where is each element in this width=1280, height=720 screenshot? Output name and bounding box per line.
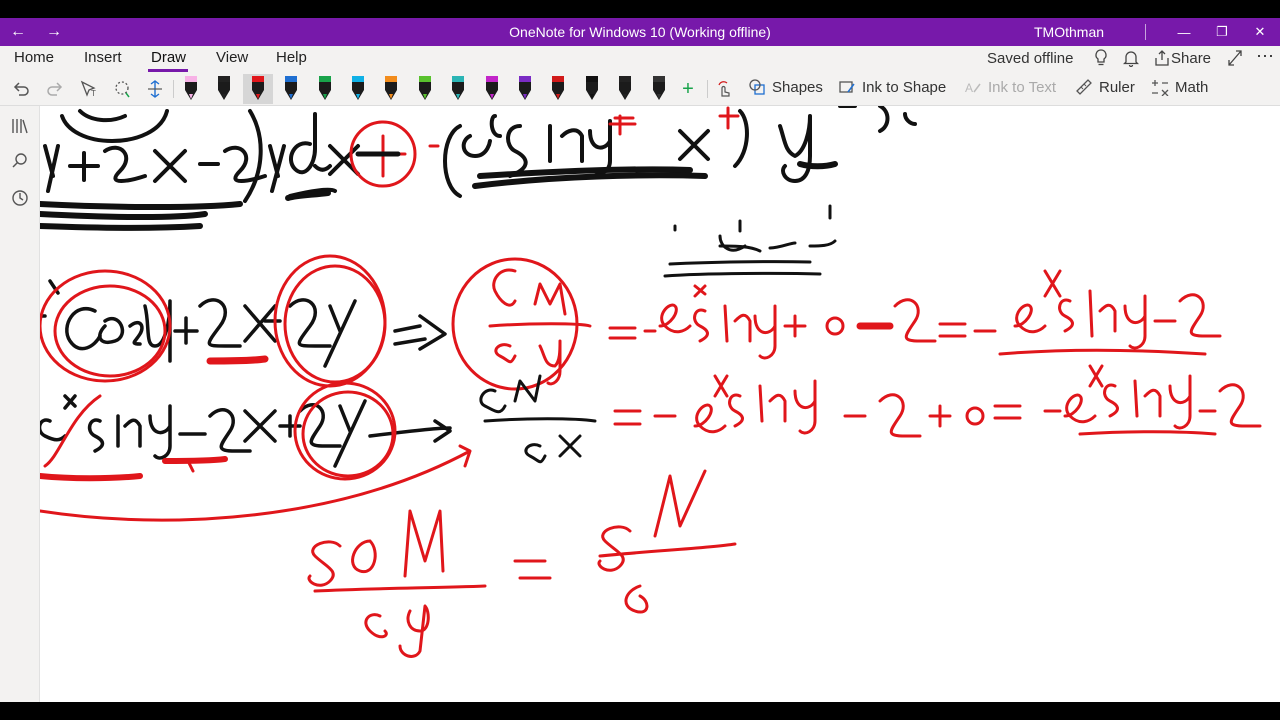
forward-arrow-icon[interactable]: → — [36, 18, 72, 46]
toolbar-separator — [173, 80, 174, 98]
ribbon-tabs: Home Insert Draw View Help Saved offline… — [0, 46, 1280, 72]
ink-drawing — [40, 106, 1262, 658]
ink-to-shape-label: Ink to Shape — [862, 78, 947, 96]
pen-swatch[interactable] — [547, 74, 569, 104]
pen-swatch[interactable] — [347, 74, 369, 104]
pen-swatch[interactable] — [242, 74, 273, 104]
recent-notes-icon[interactable] — [10, 188, 30, 208]
restore-button[interactable]: ❐ — [1203, 18, 1241, 46]
ruler-icon — [1076, 79, 1092, 95]
back-arrow-icon[interactable]: ← — [0, 18, 36, 46]
shapes-icon — [749, 79, 765, 95]
minimize-button[interactable]: — — [1165, 18, 1203, 46]
math-button[interactable]: Math — [1151, 78, 1208, 96]
pen-swatch[interactable] — [180, 74, 202, 104]
undo-icon[interactable] — [10, 76, 32, 102]
ink-to-shape-button[interactable]: Ink to Shape — [838, 78, 946, 96]
bell-icon[interactable] — [1122, 49, 1140, 71]
more-options-icon[interactable]: ⋯ — [1256, 46, 1274, 67]
title-separator — [1145, 24, 1146, 40]
pen-swatch[interactable] — [414, 74, 436, 104]
ink-annotation — [663, 204, 837, 278]
pen-swatch[interactable] — [514, 74, 536, 104]
pen-swatch[interactable] — [213, 74, 235, 104]
pen-swatch[interactable] — [447, 74, 469, 104]
shapes-label: Shapes — [772, 78, 823, 96]
share-icon[interactable] — [1154, 49, 1170, 71]
user-name[interactable]: TMOthman — [1034, 24, 1104, 40]
notebooks-icon[interactable] — [10, 116, 30, 136]
add-space-icon[interactable] — [144, 76, 166, 102]
tab-help[interactable]: Help — [274, 49, 309, 66]
math-icon — [1152, 80, 1169, 96]
ink-to-text-button[interactable]: A Ink to Text — [964, 78, 1056, 96]
lightbulb-icon[interactable] — [1093, 49, 1109, 71]
ink-red-row3 — [40, 381, 472, 522]
lasso-select-icon[interactable] — [111, 76, 133, 102]
tab-draw[interactable]: Draw — [149, 49, 188, 66]
tab-view[interactable]: View — [214, 49, 250, 66]
pen-swatch[interactable] — [481, 74, 503, 104]
svg-text:A: A — [965, 81, 973, 95]
save-status: Saved offline — [987, 50, 1074, 67]
redo-icon[interactable] — [44, 76, 66, 102]
pen-swatch[interactable] — [380, 74, 402, 104]
left-navigation — [0, 106, 40, 702]
svg-text:T: T — [91, 89, 96, 98]
ink-red-row3-rhs — [613, 364, 1262, 438]
share-button[interactable]: Share — [1171, 50, 1211, 67]
close-button[interactable]: ✕ — [1241, 18, 1279, 46]
pen-swatch[interactable] — [280, 74, 302, 104]
pen-swatch[interactable] — [314, 74, 336, 104]
draw-toolbar: T + Shapes Ink to Shape A Ink to Text Ru… — [0, 72, 1280, 106]
ink-underlines — [40, 161, 838, 231]
pen-swatch[interactable] — [614, 74, 636, 104]
ink-to-text-icon: A — [965, 81, 981, 95]
page-canvas[interactable] — [40, 106, 1280, 702]
ink-to-text-label: Ink to Text — [988, 78, 1057, 96]
pen-swatch[interactable] — [648, 74, 670, 104]
letterbox-top — [0, 0, 1280, 18]
ruler-button[interactable]: Ruler — [1075, 78, 1135, 96]
tab-insert[interactable]: Insert — [82, 49, 124, 66]
letterbox-bottom — [0, 702, 1280, 720]
add-pen-icon[interactable]: + — [677, 76, 699, 102]
math-label: Math — [1175, 78, 1209, 96]
tab-home[interactable]: Home — [12, 49, 56, 66]
ink-to-shape-icon — [839, 81, 855, 93]
onenote-window: ← → OneNote for Windows 10 (Working offl… — [0, 0, 1280, 720]
shapes-button[interactable]: Shapes — [748, 78, 823, 96]
select-text-icon[interactable]: T — [78, 76, 100, 102]
toolbar-separator — [707, 80, 708, 98]
ruler-label: Ruler — [1099, 78, 1135, 96]
search-icon[interactable] — [10, 151, 30, 171]
touch-draw-icon[interactable] — [713, 76, 735, 102]
title-bar: ← → OneNote for Windows 10 (Working offl… — [0, 18, 1280, 46]
ink-equation-row4 — [307, 469, 737, 658]
ink-red-row2 — [40, 254, 1222, 391]
pen-swatch[interactable] — [581, 74, 603, 104]
ink-dN-dx — [479, 374, 597, 464]
expand-icon[interactable] — [1227, 49, 1243, 71]
